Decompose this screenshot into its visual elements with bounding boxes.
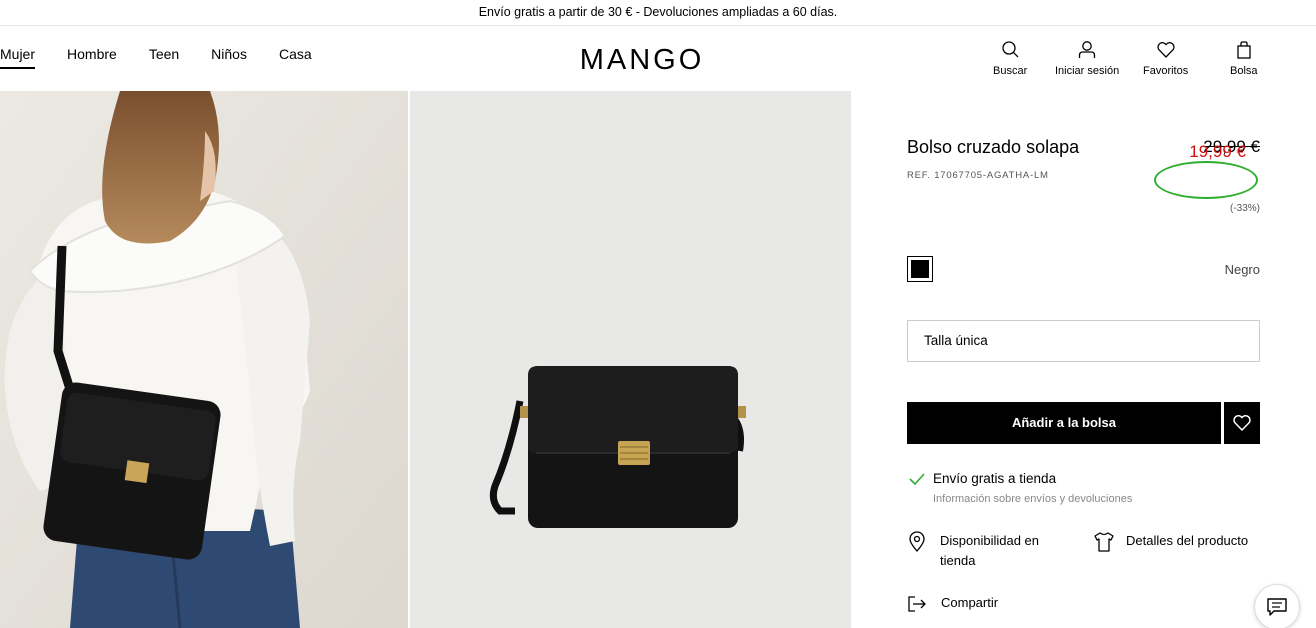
favorites-button[interactable]: Favoritos (1143, 40, 1188, 77)
share-icon (908, 596, 926, 612)
login-button[interactable]: Iniciar sesión (1055, 40, 1119, 77)
promo-bar: Envío gratis a partir de 30 € - Devoluci… (0, 0, 1316, 26)
bag-label: Bolsa (1230, 65, 1258, 77)
nav-item-mujer[interactable]: Mujer (0, 46, 36, 69)
product-details-label: Detalles del producto (1126, 533, 1249, 548)
heart-icon (1233, 415, 1251, 431)
logo-text: MANGO (580, 44, 705, 74)
color-swatch-black[interactable] (907, 256, 933, 282)
bag-icon (1237, 41, 1251, 59)
main-nav: Mujer Hombre Teen Niños Casa (0, 46, 344, 69)
heart-icon (1157, 42, 1175, 58)
promo-text: Envío gratis a partir de 30 € - Devoluci… (478, 5, 838, 19)
product-image-bag[interactable] (410, 91, 851, 628)
add-to-bag-button[interactable]: Añadir a la bolsa (907, 402, 1221, 444)
chat-icon (1267, 598, 1287, 616)
nav-item-hombre[interactable]: Hombre (67, 46, 117, 69)
product-ref: REF. 17067705-AGATHA-LM (907, 170, 1049, 181)
product-image-model[interactable] (0, 91, 408, 628)
chat-button[interactable] (1254, 584, 1300, 628)
color-name: Negro (1224, 262, 1260, 277)
search-button[interactable]: Buscar (993, 40, 1027, 77)
bag-illustration (410, 91, 851, 628)
sale-price-highlight (1154, 161, 1258, 199)
share-label: Compartir (941, 595, 999, 610)
size-selector[interactable]: Talla única (907, 320, 1260, 362)
location-pin-icon (909, 531, 925, 552)
login-label: Iniciar sesión (1055, 65, 1120, 77)
wishlist-button[interactable] (1224, 402, 1260, 444)
shipping-title: Envío gratis a tienda (933, 471, 1057, 486)
discount-badge: (-33%) (1229, 203, 1260, 214)
product-title: Bolso cruzado solapa (907, 137, 1080, 157)
sale-price: 19,99 € (1189, 142, 1246, 161)
search-icon (1002, 41, 1019, 58)
shipping-info-link[interactable]: Información sobre envíos y devoluciones (933, 493, 1132, 505)
nav-item-ninos[interactable]: Niños (211, 46, 247, 69)
bag-button[interactable]: Bolsa (1230, 40, 1258, 77)
user-icon (1078, 41, 1096, 58)
model-illustration (0, 91, 408, 628)
favorites-label: Favoritos (1143, 65, 1189, 77)
nav-item-casa[interactable]: Casa (279, 46, 312, 69)
nav-item-teen[interactable]: Teen (149, 46, 179, 69)
utility-nav: Buscar Iniciar sesión Favoritos Bolsa (980, 40, 1270, 80)
search-label: Buscar (993, 65, 1028, 77)
check-icon (909, 473, 925, 485)
swatch-fill (911, 260, 929, 278)
store-availability-label: Disponibilidad en tienda (940, 533, 1040, 568)
shirt-icon (1094, 532, 1114, 552)
mango-logo[interactable]: MANGO (571, 44, 713, 74)
